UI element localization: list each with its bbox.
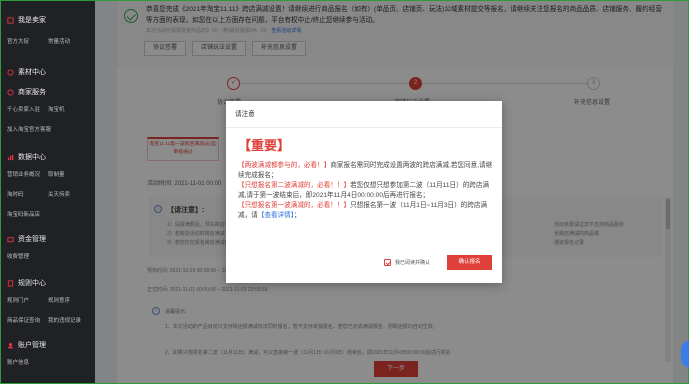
sidebar-item[interactable]: 取制量 <box>48 170 89 178</box>
attention-modal: 请注意 【重要】 【两波满减都参与的，必看！】商家报名需同时完成设置两波的跨店满… <box>226 101 502 283</box>
sidebar-section-data: 数据中心 营销业务概况 取制量 淘时码 关天持卖 淘宝码新品店 <box>7 152 95 218</box>
material-icon <box>7 68 14 76</box>
modal-title: 【重要】 <box>238 138 291 153</box>
confirm-read-checkbox[interactable]: 我已阅读并确认 <box>384 259 430 266</box>
sidebar-section-material: 素材中心 <box>7 67 46 77</box>
sidebar-item[interactable]: 官方大促 <box>7 37 48 45</box>
wallet-icon <box>7 236 14 242</box>
view-details-link[interactable]: 【查看详情】 <box>258 212 294 219</box>
sidebar-item[interactable]: 规则门户 <box>7 296 48 304</box>
sidebar-section-account: 账户管理 账户信息 <box>7 340 48 366</box>
sidebar: 我是卖家 官方大促 常量活动 素材中心 商家服务 千心卖家入驻 淘宝机 加入淘宝… <box>1 1 95 383</box>
sidebar-section-header[interactable]: 数据中心 <box>7 152 95 162</box>
sidebar-item[interactable]: 关天持卖 <box>48 190 89 198</box>
modal-paragraph: 【只想报名第一波满减的，必看！！】只想报名第一波（11月1日~11月3日）的跨店… <box>238 202 488 219</box>
sidebar-item[interactable]: 规则意序 <box>48 296 89 304</box>
sidebar-section-header[interactable]: 规则中心 <box>7 278 95 288</box>
modal-paragraphs: 【两波满减都参与的，必看！】商家报名需同时完成设置两波的跨店满减,若您同意,请继… <box>238 161 493 221</box>
sidebar-item[interactable]: 加入淘宝官方客服 <box>7 125 89 133</box>
sidebar-item[interactable]: 千心卖家入驻 <box>7 105 48 113</box>
help-chat-icon[interactable] <box>681 340 689 368</box>
sidebar-item[interactable]: 营销业务概况 <box>7 170 48 178</box>
sidebar-section-header[interactable]: 素材中心 <box>7 67 46 77</box>
service-icon <box>7 88 14 96</box>
sidebar-section-service: 商家服务 千心卖家入驻 淘宝机 加入淘宝官方客服 <box>7 87 95 133</box>
rules-icon <box>7 279 14 287</box>
sidebar-section-header[interactable]: 账户管理 <box>7 340 48 350</box>
modal-body: 【重要】 【两波满减都参与的，必看！】商家报名需同时完成设置两波的跨店满减,若您… <box>238 135 493 221</box>
sidebar-section-rules: 规则中心 规则门户 规则意序 商品保证查询 我的违规记录 <box>7 278 95 324</box>
sidebar-section-seller: 我是卖家 官方大促 常量活动 <box>7 15 89 45</box>
sidebar-item[interactable]: 我的违规记录 <box>48 316 89 324</box>
sidebar-item[interactable]: 商品保证查询 <box>7 316 48 324</box>
checkbox-checked-icon[interactable] <box>384 259 391 266</box>
sidebar-item[interactable]: 淘时码 <box>7 190 48 198</box>
sidebar-item[interactable]: 常量活动 <box>48 37 89 45</box>
data-icon <box>7 154 14 160</box>
sidebar-item[interactable]: 账户信息 <box>7 358 48 366</box>
sidebar-section-header[interactable]: 我是卖家 <box>7 15 89 25</box>
modal-paragraph: 【只想报名第二波满减的，必看！！】若您仅想只想参加第二波（11月11日）的跨店满… <box>238 182 490 199</box>
confirm-signup-button[interactable]: 确认报名 <box>447 255 492 270</box>
modal-header: 请注意 <box>226 101 502 128</box>
sidebar-section-funds: 资金管理 收费管理 <box>7 234 48 260</box>
account-icon <box>8 342 13 348</box>
seller-icon <box>7 16 14 24</box>
sidebar-item[interactable]: 淘宝机 <box>48 105 89 113</box>
sidebar-item[interactable]: 收费管理 <box>7 252 48 260</box>
sidebar-section-header[interactable]: 资金管理 <box>7 234 48 244</box>
sidebar-item[interactable]: 淘宝码新品店 <box>7 210 89 218</box>
modal-paragraph: 【两波满减都参与的，必看！】商家报名需同时完成设置两波的跨店满减,若您同意,请继… <box>238 162 493 179</box>
sidebar-section-header[interactable]: 商家服务 <box>7 87 95 97</box>
